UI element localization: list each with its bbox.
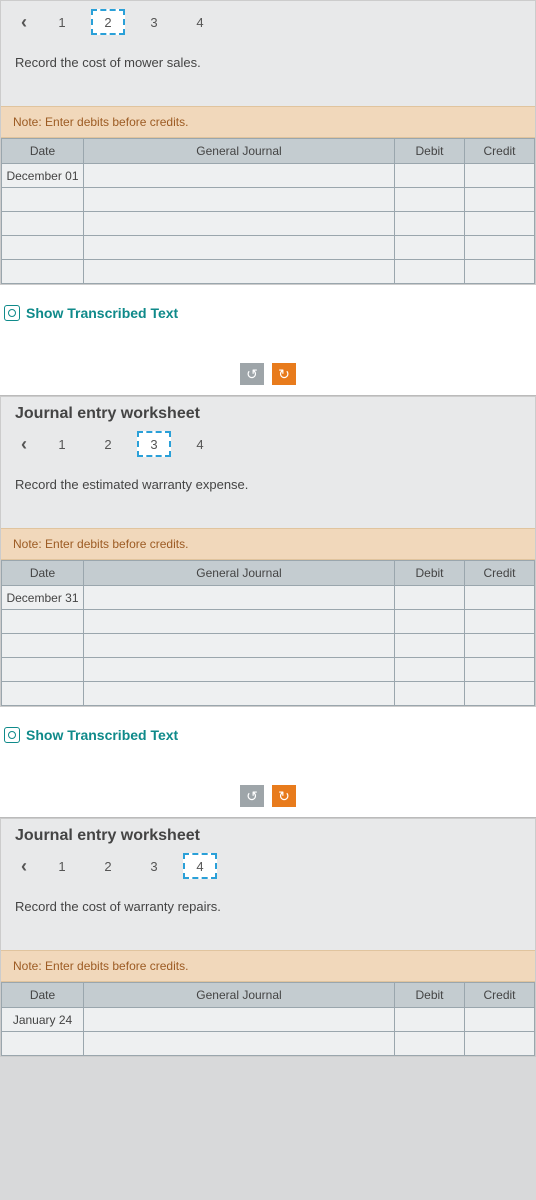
tab-2[interactable]: 2 [91,431,125,457]
header-debit: Debit [395,561,465,586]
tab-3[interactable]: 3 [137,853,171,879]
journal-table: Date General Journal Debit Credit Januar… [1,982,535,1056]
redo-button[interactable]: ↻ [272,785,296,807]
table-row [2,188,535,212]
table-row [2,236,535,260]
undo-button[interactable]: ↺ [240,785,264,807]
table-row [2,682,535,706]
tab-row: ‹ 1 2 3 4 [1,845,535,887]
header-debit: Debit [395,139,465,164]
mini-toolbar: ↺ ↻ [0,767,536,817]
worksheet-3: Journal entry worksheet ‹ 1 2 3 4 Record… [0,818,536,1057]
cell-credit[interactable] [465,164,535,188]
header-general-journal: General Journal [84,561,395,586]
chevron-left-icon[interactable]: ‹ [15,434,33,455]
cell-gj[interactable] [84,1008,395,1032]
header-credit: Credit [465,561,535,586]
tab-4[interactable]: 4 [183,9,217,35]
cell-credit[interactable] [465,1008,535,1032]
table-row: December 01 [2,164,535,188]
table-row [2,1032,535,1056]
cell-credit[interactable] [465,586,535,610]
header-credit: Credit [465,139,535,164]
prompt-text: Record the estimated warranty expense. [1,465,535,528]
journal-table: Date General Journal Debit Credit Decemb… [1,138,535,284]
note-bar: Note: Enter debits before credits. [1,950,535,982]
tab-row: ‹ 1 2 3 4 [1,423,535,465]
tab-4[interactable]: 4 [183,853,217,879]
header-date: Date [2,139,84,164]
table-row [2,658,535,682]
cell-gj[interactable] [84,586,395,610]
cell-date[interactable]: December 31 [2,586,84,610]
prompt-text: Record the cost of mower sales. [1,43,535,106]
worksheet-2: Journal entry worksheet ‹ 1 2 3 4 Record… [0,396,536,707]
table-row [2,212,535,236]
cell-debit[interactable] [395,1008,465,1032]
tab-4[interactable]: 4 [183,431,217,457]
chevron-left-icon[interactable]: ‹ [15,856,33,877]
header-date: Date [2,561,84,586]
journal-table: Date General Journal Debit Credit Decemb… [1,560,535,706]
prompt-text: Record the cost of warranty repairs. [1,887,535,950]
tab-3[interactable]: 3 [137,431,171,457]
table-row [2,610,535,634]
note-bar: Note: Enter debits before credits. [1,106,535,138]
worksheet-title: Journal entry worksheet [1,397,535,423]
worksheet-1: ‹ 1 2 3 4 Record the cost of mower sales… [0,0,536,285]
tab-1[interactable]: 1 [45,9,79,35]
note-bar: Note: Enter debits before credits. [1,528,535,560]
tab-1[interactable]: 1 [45,853,79,879]
camera-icon [4,727,20,743]
chevron-left-icon[interactable]: ‹ [15,12,33,33]
show-link-label: Show Transcribed Text [26,305,178,321]
undo-button[interactable]: ↺ [240,363,264,385]
header-credit: Credit [465,983,535,1008]
tab-row: ‹ 1 2 3 4 [1,1,535,43]
header-general-journal: General Journal [84,983,395,1008]
table-row: January 24 [2,1008,535,1032]
tab-3[interactable]: 3 [137,9,171,35]
header-date: Date [2,983,84,1008]
table-row: December 31 [2,586,535,610]
camera-icon [4,305,20,321]
cell-date[interactable]: December 01 [2,164,84,188]
cell-date[interactable]: January 24 [2,1008,84,1032]
show-transcribed-text-link[interactable]: Show Transcribed Text [0,285,536,345]
table-row [2,260,535,284]
header-general-journal: General Journal [84,139,395,164]
worksheet-title: Journal entry worksheet [1,819,535,845]
cell-debit[interactable] [395,586,465,610]
tab-2[interactable]: 2 [91,853,125,879]
table-row [2,634,535,658]
show-link-label: Show Transcribed Text [26,727,178,743]
cell-debit[interactable] [395,164,465,188]
tab-1[interactable]: 1 [45,431,79,457]
tab-2[interactable]: 2 [91,9,125,35]
header-debit: Debit [395,983,465,1008]
cell-gj[interactable] [84,164,395,188]
redo-button[interactable]: ↻ [272,363,296,385]
show-transcribed-text-link[interactable]: Show Transcribed Text [0,707,536,767]
mini-toolbar: ↺ ↻ [0,345,536,395]
